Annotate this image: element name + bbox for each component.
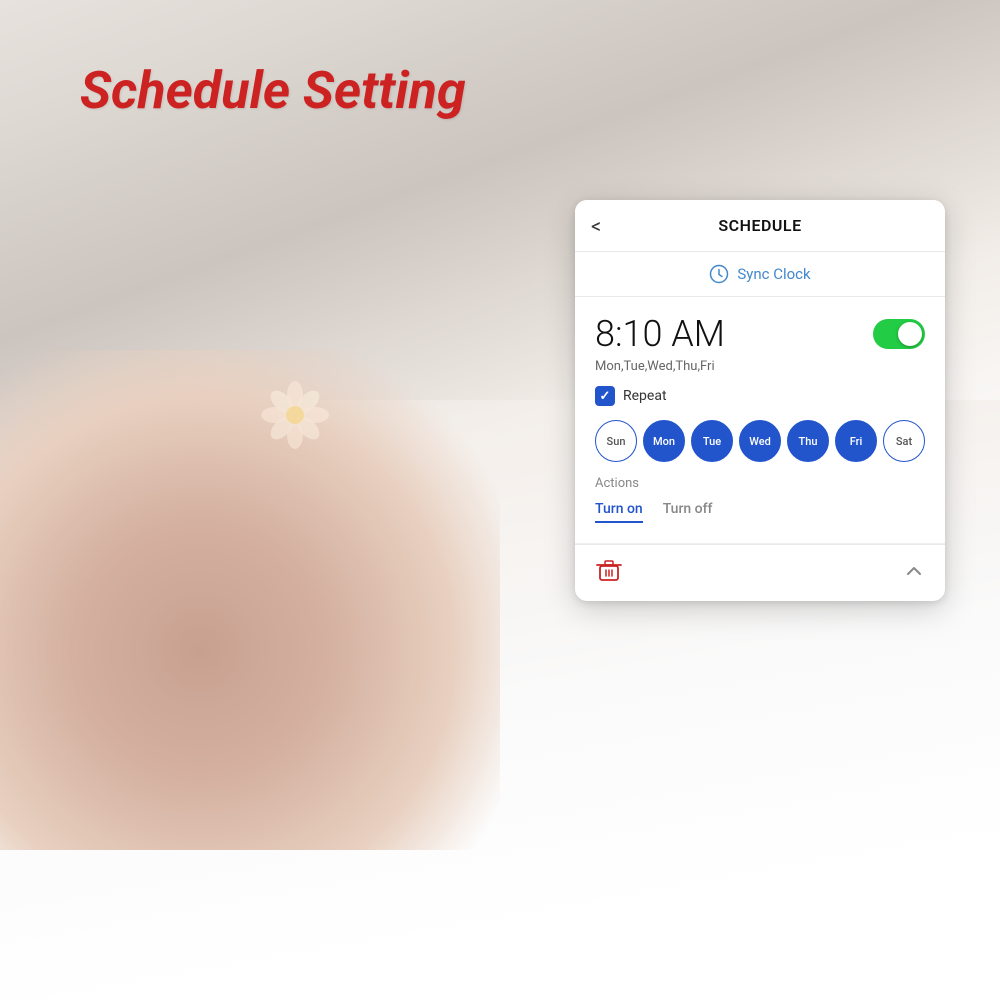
repeat-checkbox[interactable] <box>595 386 615 406</box>
actions-label: Actions <box>595 476 925 491</box>
card-footer <box>575 544 945 601</box>
card-header: < SCHEDULE <box>575 200 945 252</box>
sync-clock-row[interactable]: Sync Clock <box>575 252 945 297</box>
back-button[interactable]: < <box>591 214 601 238</box>
day-wed[interactable]: Wed <box>739 420 781 462</box>
days-row: Sun Mon Tue Wed Thu Fri Sat <box>595 420 925 462</box>
schedule-days-text: Mon,Tue,Wed,Thu,Fri <box>595 359 925 374</box>
sync-clock-label: Sync Clock <box>737 265 810 283</box>
actions-section: Actions Turn on Turn off <box>595 476 925 531</box>
day-mon[interactable]: Mon <box>643 420 685 462</box>
day-sun[interactable]: Sun <box>595 420 637 462</box>
day-thu[interactable]: Thu <box>787 420 829 462</box>
schedule-card: < SCHEDULE Sync Clock 8:10 AM Mon,Tue,We… <box>575 200 945 601</box>
clock-icon <box>709 264 729 284</box>
flower-decoration <box>250 370 340 464</box>
delete-button[interactable] <box>595 557 623 589</box>
trash-icon <box>595 557 623 585</box>
turn-on-button[interactable]: Turn on <box>595 497 643 523</box>
time-toggle-row: 8:10 AM <box>595 313 925 355</box>
schedule-item: 8:10 AM Mon,Tue,Wed,Thu,Fri Repeat Sun M… <box>575 297 945 544</box>
page-title: Schedule Setting <box>80 60 466 121</box>
collapse-button[interactable] <box>903 560 925 586</box>
schedule-toggle[interactable] <box>873 319 925 349</box>
actions-row: Turn on Turn off <box>595 497 925 523</box>
toggle-knob <box>898 322 922 346</box>
day-fri[interactable]: Fri <box>835 420 877 462</box>
turn-off-button[interactable]: Turn off <box>663 497 713 523</box>
repeat-row: Repeat <box>595 386 925 406</box>
schedule-time[interactable]: 8:10 AM <box>595 313 725 355</box>
repeat-label: Repeat <box>623 388 667 404</box>
card-title: SCHEDULE <box>718 216 801 235</box>
chevron-up-icon <box>903 560 925 582</box>
day-sat[interactable]: Sat <box>883 420 925 462</box>
day-tue[interactable]: Tue <box>691 420 733 462</box>
